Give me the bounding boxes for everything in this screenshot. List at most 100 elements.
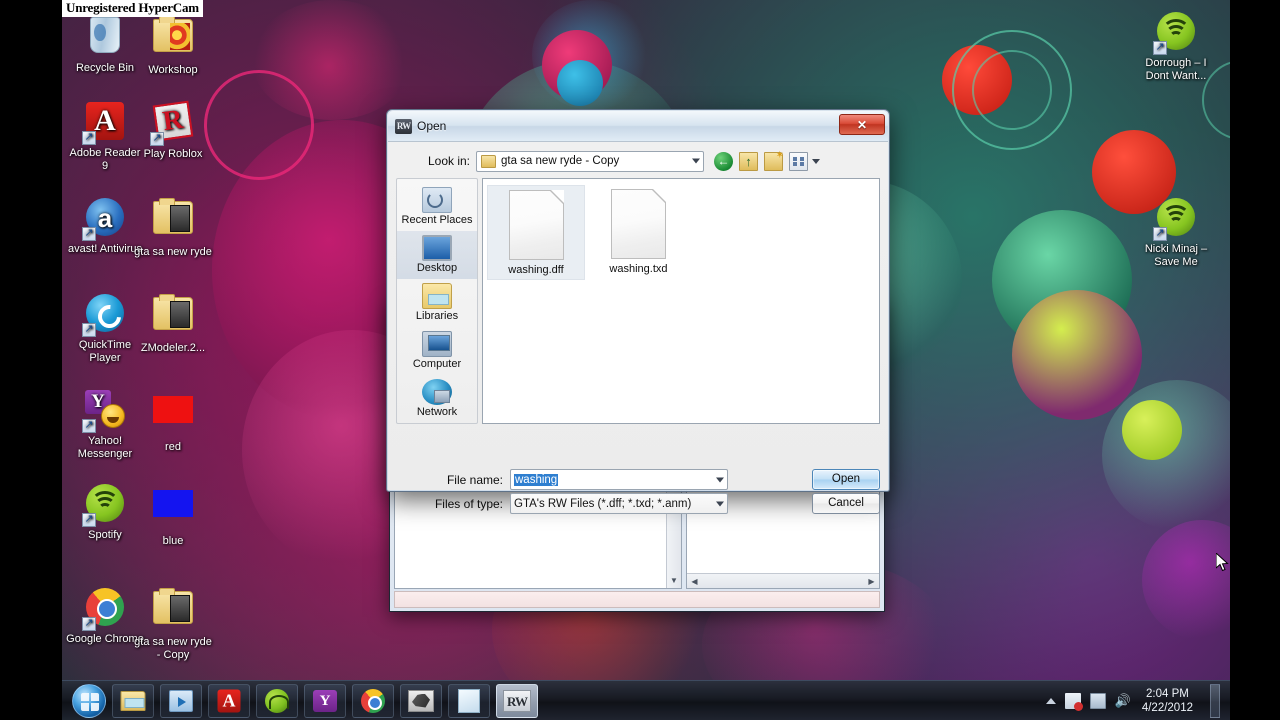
taskbar-media-player[interactable] <box>160 683 202 718</box>
hypercam-watermark: Unregistered HyperCam <box>62 0 203 17</box>
folder-icon <box>152 16 194 61</box>
place-item-recent-places[interactable]: Recent Places <box>397 183 477 231</box>
file-item-label: washing.txd <box>609 263 668 275</box>
place-item-computer[interactable]: Computer <box>397 327 477 375</box>
file-list[interactable]: washing.dff washing.txd <box>482 178 880 424</box>
network-icon[interactable] <box>1089 692 1106 709</box>
desktop-icon-avast-antivirus[interactable]: avast! Antivirus <box>66 196 144 256</box>
clock[interactable]: 2:04 PM 4/22/2012 <box>1142 687 1193 715</box>
show-desktop-button[interactable] <box>1210 683 1220 718</box>
folder-icon <box>152 588 194 633</box>
desktop-icon-nicki-minaj-track[interactable]: Nicki Minaj – Save Me <box>1137 196 1215 269</box>
desktop-icon-label: Workshop <box>148 64 198 76</box>
clock-date: 4/22/2012 <box>1141 701 1193 714</box>
network-icon <box>422 379 452 405</box>
desktop-icon-gta-sa-new-ryde-copy[interactable]: gta sa new ryde - Copy <box>134 586 212 662</box>
scroll-right-icon[interactable]: ▶ <box>864 574 879 589</box>
file-name-value: washing <box>514 473 559 486</box>
taskbar-explorer[interactable] <box>112 683 154 718</box>
look-in-dropdown[interactable]: gta sa new ryde - Copy <box>476 150 704 172</box>
spotify-icon <box>1153 198 1197 241</box>
desktop-icon-spotify[interactable]: Spotify <box>66 482 144 542</box>
file-type-label: Files of type: <box>434 496 503 511</box>
taskbar-chrome[interactable] <box>352 683 394 718</box>
place-item-desktop[interactable]: Desktop <box>397 231 477 279</box>
action-center-flag-icon[interactable] <box>1064 692 1083 711</box>
desktop-icon-red[interactable]: red <box>134 388 212 454</box>
show-hidden-icons-icon[interactable] <box>1045 697 1056 704</box>
place-item-label: Recent Places <box>401 214 473 226</box>
places-bar[interactable]: Recent Places Desktop Libraries Computer… <box>396 178 478 424</box>
desktop-icon-label: Recycle Bin <box>75 62 135 74</box>
desktop-icon-label: ZModeler.2... <box>140 342 206 354</box>
desktop-icon-workshop[interactable]: Workshop <box>134 14 212 77</box>
views-icon[interactable] <box>789 151 808 171</box>
place-item-libraries[interactable]: Libraries <box>397 279 477 327</box>
taskbar[interactable]: 2:04 PM 4/22/2012 <box>62 680 1230 720</box>
cancel-button[interactable]: Cancel <box>812 493 880 514</box>
taskbar-notepad[interactable] <box>448 683 490 718</box>
file-item[interactable]: washing.txd <box>589 185 687 278</box>
open-button[interactable]: Open <box>812 469 880 490</box>
taskbar-adobe-reader[interactable] <box>208 683 250 718</box>
wallpaper-shape <box>1012 290 1142 420</box>
libraries-icon <box>422 283 452 309</box>
taskbar-yahoo-messenger[interactable] <box>304 683 346 718</box>
desktop-icon-blue[interactable]: blue <box>134 482 212 548</box>
desktop-icon-google-chrome[interactable]: Google Chrome <box>66 586 144 646</box>
spotify-icon <box>82 484 126 527</box>
shortcut-overlay-icon <box>82 227 96 241</box>
desktop-icon-play-roblox[interactable]: Play Roblox <box>134 100 212 161</box>
dialog-toolbar <box>714 150 820 171</box>
desktop-icon-label: gta sa new ryde <box>134 246 212 258</box>
shortcut-overlay-icon <box>150 132 164 146</box>
desktop-icon-zmodeler[interactable]: ZModeler.2... <box>134 292 212 355</box>
chevron-down-icon[interactable] <box>716 477 724 482</box>
generic-file-icon <box>610 189 666 259</box>
windows-media-player-icon <box>169 689 193 712</box>
horizontal-scrollbar[interactable]: ◀ ▶ <box>687 573 879 588</box>
desktop-icon-dorrough-track[interactable]: Dorrough – I Dont Want... <box>1137 10 1215 83</box>
chrome-icon <box>361 688 385 713</box>
taskbar-rw-analyzer[interactable] <box>496 683 538 718</box>
chevron-down-icon[interactable] <box>812 158 820 164</box>
dialog-title: Open <box>417 119 447 133</box>
place-item-label: Libraries <box>415 310 459 322</box>
start-button[interactable] <box>72 683 106 718</box>
scroll-down-icon[interactable]: ▼ <box>667 573 681 588</box>
desktop-icon-yahoo-messenger[interactable]: Y Yahoo! Messenger <box>66 388 144 461</box>
blue-swatch-icon <box>152 490 194 532</box>
yahoo-messenger-icon: Y <box>82 390 126 433</box>
close-icon[interactable]: ✕ <box>839 114 885 135</box>
system-tray: 2:04 PM 4/22/2012 <box>1045 683 1230 718</box>
shortcut-overlay-icon <box>82 513 96 527</box>
place-item-label: Desktop <box>416 262 458 274</box>
dialog-titlebar[interactable]: Open ✕ <box>388 111 888 141</box>
rw-app-icon <box>395 118 412 134</box>
file-item[interactable]: washing.dff <box>487 185 585 280</box>
desktop-icon-label: gta sa new ryde - Copy <box>134 636 212 661</box>
desktop-icon <box>422 235 452 261</box>
chevron-down-icon[interactable] <box>716 501 724 506</box>
place-item-network[interactable]: Network <box>397 375 477 423</box>
file-type-dropdown[interactable]: GTA's RW Files (*.dff; *.txd; *.anm) <box>510 493 728 514</box>
shortcut-overlay-icon <box>82 617 96 631</box>
chevron-down-icon[interactable] <box>692 158 700 164</box>
new-folder-icon[interactable] <box>764 150 784 171</box>
file-name-input[interactable]: washing <box>510 469 728 490</box>
wallpaper-shape <box>557 60 603 106</box>
folder-explorer-icon <box>120 690 146 711</box>
folder-icon <box>152 198 194 243</box>
up-folder-icon[interactable] <box>739 151 758 171</box>
desktop-icon-gta-sa-new-ryde[interactable]: gta sa new ryde <box>134 196 212 259</box>
scroll-left-icon[interactable]: ◀ <box>687 574 702 589</box>
taskbar-spotify[interactable] <box>256 683 298 718</box>
back-icon[interactable] <box>714 151 733 171</box>
desktop-icon-quicktime-player[interactable]: QuickTime Player <box>66 292 144 365</box>
taskbar-zmodeler[interactable] <box>400 683 442 718</box>
open-file-dialog[interactable]: Open ✕ Look in: gta sa new ryde - Copy <box>386 109 1229 572</box>
rw-icon <box>503 689 531 712</box>
desktop-icon-recycle-bin[interactable]: Recycle Bin <box>66 14 144 75</box>
volume-icon[interactable] <box>1115 693 1131 709</box>
desktop-icon-adobe-reader[interactable]: Adobe Reader 9 <box>66 100 144 173</box>
